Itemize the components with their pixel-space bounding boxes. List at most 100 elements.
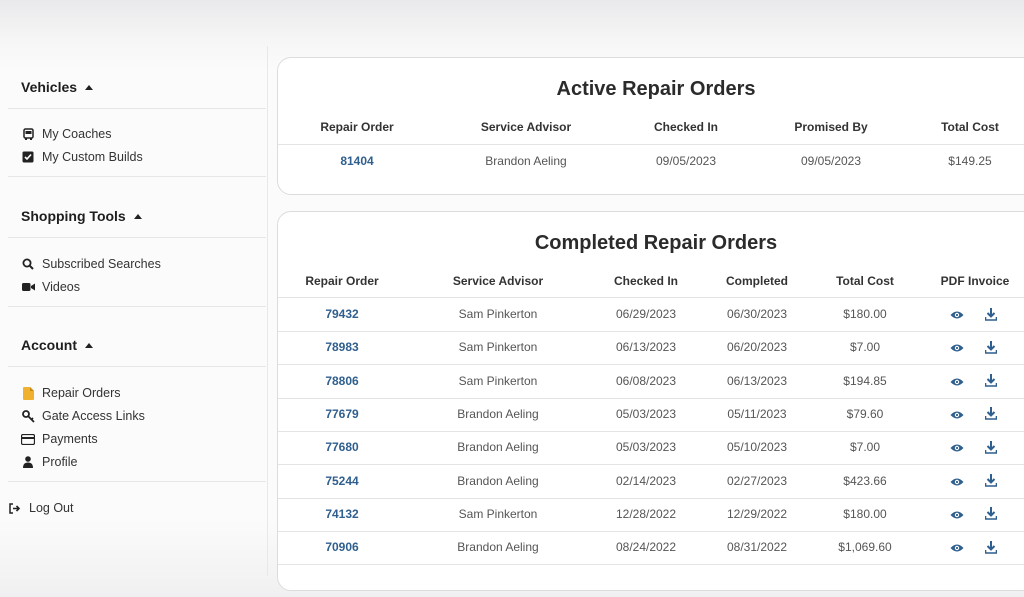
total-cost-cell: $180.00 xyxy=(843,506,887,521)
view-invoice-eye-icon[interactable] xyxy=(950,375,964,389)
download-invoice-icon[interactable] xyxy=(984,507,998,521)
repair-order-link[interactable]: 77679 xyxy=(325,407,358,421)
download-invoice-icon[interactable] xyxy=(984,307,998,321)
section-header-vehicles[interactable]: Vehicles xyxy=(21,79,94,95)
divider xyxy=(8,108,266,109)
column-header: Promised By xyxy=(794,120,868,134)
download-invoice-icon[interactable] xyxy=(984,474,998,488)
service-advisor-cell: Brandon Aeling xyxy=(457,540,539,555)
view-invoice-eye-icon[interactable] xyxy=(950,341,964,355)
checkbox-icon xyxy=(21,150,35,164)
header-divider xyxy=(278,297,1024,298)
repair-order-link[interactable]: 81404 xyxy=(340,154,373,168)
credit-card-icon xyxy=(21,432,35,446)
column-header: Total Cost xyxy=(836,274,894,288)
completed-cell: 08/31/2022 xyxy=(726,540,788,555)
repair-order-link[interactable]: 75244 xyxy=(325,474,358,488)
completed-cell: 06/20/2023 xyxy=(726,340,788,355)
document-icon xyxy=(21,386,35,400)
service-advisor-cell: Brandon Aeling xyxy=(457,440,539,455)
download-invoice-icon[interactable] xyxy=(984,340,998,354)
sidebar-item-my-coaches[interactable]: My Coaches xyxy=(21,127,111,141)
service-advisor-cell: Sam Pinkerton xyxy=(458,340,538,355)
section-header-account[interactable]: Account xyxy=(21,337,93,353)
user-icon xyxy=(21,455,35,469)
sidebar-item-label: Videos xyxy=(42,280,80,294)
sidebar-item-payments[interactable]: Payments xyxy=(21,432,98,446)
section-title: Account xyxy=(21,337,77,353)
total-cost-cell: $423.66 xyxy=(843,473,887,488)
service-advisor-cell: Brandon Aeling xyxy=(485,154,567,168)
repair-order-link[interactable]: 70906 xyxy=(325,540,358,554)
total-cost-cell: $7.00 xyxy=(849,440,881,455)
completed-cell: 12/29/2022 xyxy=(726,506,788,521)
logout-link[interactable]: Log Out xyxy=(8,501,73,515)
column-header: Completed xyxy=(725,274,789,288)
download-invoice-icon[interactable] xyxy=(984,540,998,554)
sidebar-item-subscribed-searches[interactable]: Subscribed Searches xyxy=(21,257,161,271)
download-invoice-icon[interactable] xyxy=(984,407,998,421)
view-invoice-eye-icon[interactable] xyxy=(950,441,964,455)
header-divider xyxy=(278,144,1024,145)
section-header-shopping-tools[interactable]: Shopping Tools xyxy=(21,208,142,224)
total-cost-cell: $149.25 xyxy=(948,154,992,168)
service-advisor-cell: Sam Pinkerton xyxy=(458,373,538,388)
checked-in-cell: 05/03/2023 xyxy=(615,406,677,421)
checked-in-cell: 12/28/2022 xyxy=(615,506,677,521)
view-invoice-eye-icon[interactable] xyxy=(950,541,964,555)
repair-order-link[interactable]: 78983 xyxy=(325,340,358,354)
promised-by-cell: 09/05/2023 xyxy=(800,154,862,168)
sidebar-item-label: Subscribed Searches xyxy=(42,257,161,271)
row-divider xyxy=(278,364,1024,366)
service-advisor-cell: Brandon Aeling xyxy=(457,406,539,421)
service-advisor-cell: Sam Pinkerton xyxy=(458,307,538,321)
download-invoice-icon[interactable] xyxy=(984,374,998,388)
sidebar-item-label: My Coaches xyxy=(42,127,112,141)
column-header: Service Advisor xyxy=(452,274,544,288)
sidebar-item-profile[interactable]: Profile xyxy=(21,455,77,469)
completed-cell: 05/10/2023 xyxy=(726,440,788,455)
sidebar-item-gate-access-links[interactable]: Gate Access Links xyxy=(21,409,145,423)
divider xyxy=(8,481,266,482)
column-header: Checked In xyxy=(653,120,719,134)
view-invoice-eye-icon[interactable] xyxy=(950,408,964,422)
row-divider xyxy=(278,397,1024,399)
sidebar: Vehicles My Coaches My Custom Builds Sho… xyxy=(0,46,268,576)
total-cost-cell: $7.00 xyxy=(849,340,881,355)
view-invoice-eye-icon[interactable] xyxy=(950,475,964,489)
repair-order-link[interactable]: 79432 xyxy=(325,307,358,321)
sidebar-item-label: My Custom Builds xyxy=(42,150,143,164)
sidebar-item-label: Profile xyxy=(42,455,78,469)
repair-order-link[interactable]: 74132 xyxy=(325,507,358,521)
card-title: Completed Repair Orders xyxy=(534,232,778,254)
service-advisor-cell: Brandon Aeling xyxy=(457,473,539,488)
checked-in-cell: 06/08/2023 xyxy=(615,373,677,388)
repair-order-link[interactable]: 77680 xyxy=(325,440,358,454)
column-header: Repair Order xyxy=(305,274,379,288)
checked-in-cell: 06/13/2023 xyxy=(615,340,677,355)
download-invoice-icon[interactable] xyxy=(984,440,998,454)
repair-order-link[interactable]: 78806 xyxy=(325,374,358,388)
total-cost-cell: $1,069.60 xyxy=(838,540,892,555)
video-camera-icon xyxy=(21,280,35,294)
sidebar-item-videos[interactable]: Videos xyxy=(21,280,80,294)
row-divider xyxy=(278,564,1024,565)
completed-repair-orders-card: Completed Repair Orders Repair Order Ser… xyxy=(277,211,1024,591)
logout-label: Log Out xyxy=(29,501,74,515)
completed-cell: 06/30/2023 xyxy=(726,307,788,321)
view-invoice-eye-icon[interactable] xyxy=(950,308,964,322)
row-divider xyxy=(278,464,1024,466)
checked-in-cell: 02/14/2023 xyxy=(615,473,677,488)
active-repair-orders-card: Active Repair Orders Repair Order Servic… xyxy=(277,57,1024,195)
service-advisor-cell: Sam Pinkerton xyxy=(458,506,538,521)
sidebar-item-label: Gate Access Links xyxy=(42,409,145,423)
divider xyxy=(8,237,266,238)
caret-up-icon xyxy=(133,213,142,219)
section-title: Vehicles xyxy=(21,79,78,95)
section-title: Shopping Tools xyxy=(21,208,126,224)
sidebar-item-my-custom-builds[interactable]: My Custom Builds xyxy=(21,150,143,164)
sidebar-border xyxy=(267,46,268,576)
column-header: Service Advisor xyxy=(480,120,572,134)
view-invoice-eye-icon[interactable] xyxy=(950,508,964,522)
sidebar-item-repair-orders[interactable]: Repair Orders xyxy=(21,386,121,400)
